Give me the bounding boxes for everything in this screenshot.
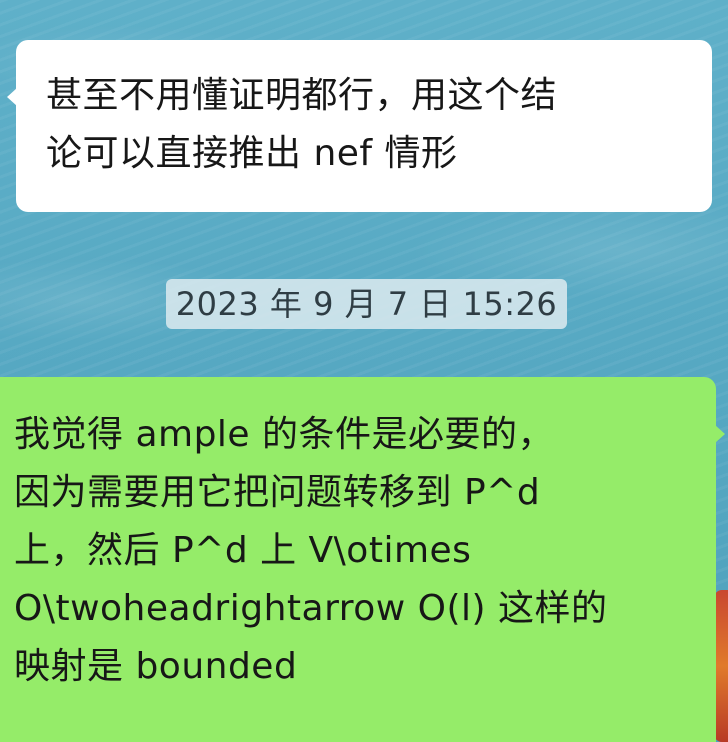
message-text-line: 因为需要用它把问题转移到 P^d	[14, 472, 541, 513]
bubble-tail-icon	[715, 425, 725, 443]
message-timestamp: 2023 年 9 月 7 日 15:26	[166, 279, 567, 329]
bubble-tail-icon	[7, 88, 17, 106]
message-text-line: 甚至不用懂证明都行，用这个结	[46, 75, 558, 116]
message-text-line: O\twoheadrightarrow O(l) 这样的	[14, 588, 608, 629]
background-decoration	[714, 590, 728, 742]
message-text-line: 论可以直接推出 nef 情形	[46, 133, 458, 174]
outgoing-message-bubble[interactable]: 我觉得 ample 的条件是必要的， 因为需要用它把问题转移到 P^d 上，然后…	[0, 377, 725, 742]
message-text-line: 映射是 bounded	[14, 646, 298, 687]
message-text-line: 我觉得 ample 的条件是必要的，	[14, 414, 555, 455]
incoming-message-bubble[interactable]: 甚至不用懂证明都行，用这个结 论可以直接推出 nef 情形	[7, 40, 712, 212]
message-text-line: 上，然后 P^d 上 V\otimes	[14, 530, 472, 571]
